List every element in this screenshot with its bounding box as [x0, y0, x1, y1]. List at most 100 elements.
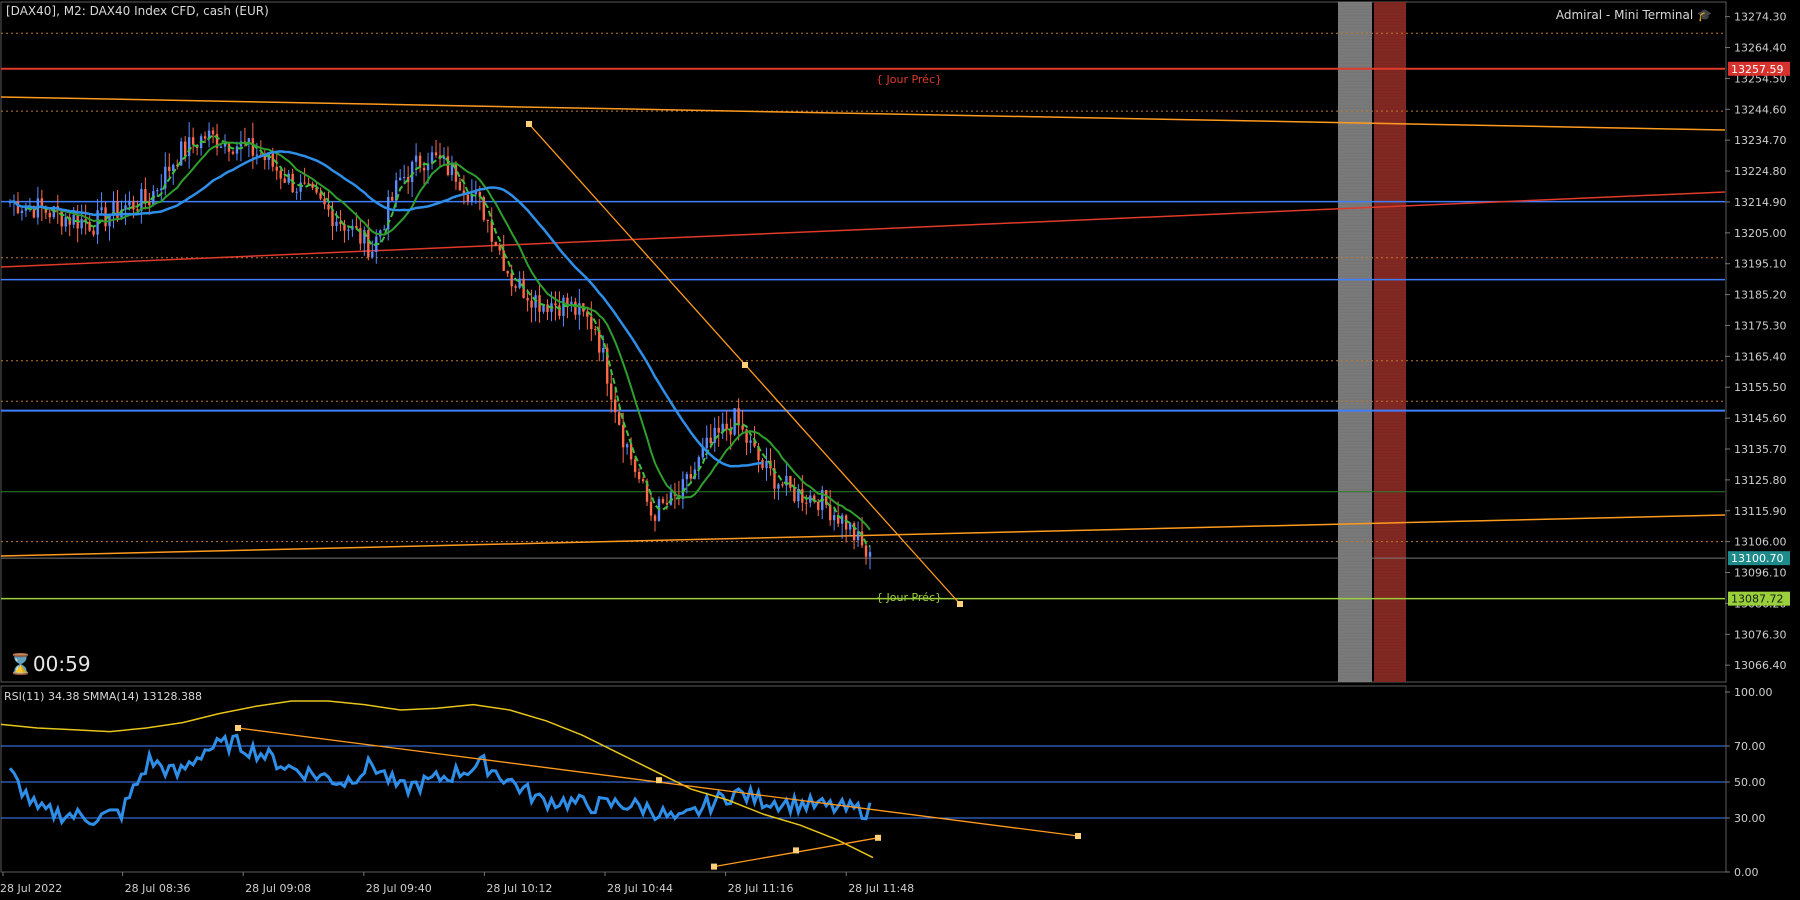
candle-body	[864, 545, 868, 557]
green-ma-line	[9, 140, 871, 531]
price-tick-label: 13185.20	[1734, 289, 1787, 302]
prev-day-low-label: { Jour Préc}	[876, 591, 942, 604]
candle-body	[510, 273, 513, 287]
candle-body	[801, 489, 804, 503]
price-tick-label: 13205.00	[1734, 227, 1787, 240]
rsi-trend-anchor	[875, 834, 881, 841]
candle-body	[574, 301, 577, 315]
time-tick-label: 28 Jul 11:48	[848, 882, 914, 895]
rsi-tick-label: 30.00	[1734, 812, 1766, 825]
candle-body	[231, 151, 235, 154]
candle-body	[633, 459, 637, 473]
candle-body	[832, 514, 836, 521]
candle-body	[506, 270, 509, 274]
hourglass-icon: ⌛	[8, 652, 33, 676]
candle-body	[422, 167, 426, 171]
candle-body	[868, 552, 872, 557]
candle-body	[303, 182, 306, 184]
price-tick-label: 13106.00	[1734, 536, 1787, 549]
blue-ma-line	[9, 150, 763, 468]
candle-body	[578, 303, 581, 315]
candle-body	[594, 329, 597, 331]
candle-body	[817, 501, 820, 510]
candle-body	[653, 515, 657, 521]
rsi-tick-label: 0.00	[1734, 866, 1759, 879]
trendline-anchor	[526, 121, 532, 127]
candle-body	[124, 205, 127, 210]
rsi-trend-anchor	[793, 847, 799, 854]
rsi-trend-anchor	[1075, 833, 1081, 839]
price-tick-label: 13066.40	[1734, 659, 1787, 672]
price-tick-label: 13264.40	[1734, 42, 1787, 55]
candle-body	[466, 194, 470, 202]
candle-body	[613, 399, 617, 413]
price-tick-label: 13224.80	[1734, 165, 1787, 178]
candle-body	[104, 207, 107, 227]
candle-body	[80, 219, 83, 229]
candle-body	[526, 298, 529, 301]
price-tick-label: 13135.70	[1734, 443, 1787, 456]
candle-body	[128, 200, 131, 206]
main-panel-border	[0, 1, 1727, 683]
candle-body	[144, 189, 147, 202]
rsi-tick-label: 50.00	[1734, 776, 1766, 789]
candle-body	[434, 152, 438, 156]
candle-body	[391, 196, 394, 201]
rsi-trend-anchor	[711, 863, 717, 870]
candle-body	[793, 487, 796, 502]
candle-body	[844, 515, 848, 530]
candle-body	[458, 181, 462, 191]
candle-body	[590, 316, 593, 330]
candle-body	[705, 437, 708, 449]
candle-body	[717, 427, 720, 433]
candle-body	[749, 440, 752, 443]
time-tick-label: 28 Jul 11:16	[728, 882, 794, 895]
rsi-panel-border	[0, 685, 1727, 873]
smma-line	[0, 700, 874, 859]
candle-body	[295, 191, 298, 193]
rsi-trend-anchor	[656, 777, 662, 784]
candle-body	[498, 245, 501, 251]
symbol-header: [DAX40], M2: DAX40 Index CFD, cash (EUR)	[6, 4, 269, 18]
candle-body	[649, 501, 653, 516]
candle-body	[518, 278, 521, 288]
candle-body	[848, 523, 852, 530]
candle-body	[805, 502, 808, 504]
rsi-tick-label: 70.00	[1734, 740, 1766, 753]
candle-body	[347, 229, 350, 231]
orange-channel-upper	[0, 96, 1726, 131]
price-badge-label: 13087.72	[1731, 593, 1784, 606]
candle-body	[283, 178, 286, 183]
price-tick-label: 13234.70	[1734, 134, 1787, 147]
candle-body	[737, 408, 740, 426]
candle-body	[327, 204, 330, 210]
price-tick-label: 13125.80	[1734, 474, 1787, 487]
graduation-cap-icon[interactable]: 🎓	[1697, 8, 1712, 22]
time-tick-label: 28 Jul 10:12	[486, 882, 552, 895]
trendline-anchor	[957, 601, 963, 607]
candle-body	[319, 192, 322, 199]
time-tick-label: 28 Jul 09:40	[366, 882, 432, 895]
candle-body	[383, 229, 386, 231]
candle-body	[48, 212, 52, 218]
candle-body	[598, 329, 601, 353]
price-badge-label: 13257.59	[1731, 63, 1784, 76]
candle-body	[562, 297, 565, 316]
price-tick-label: 13076.30	[1734, 628, 1787, 641]
candle-body	[554, 303, 557, 306]
rsi-line	[8, 733, 872, 827]
candle-body	[299, 182, 302, 192]
candle-body	[661, 499, 665, 503]
candle-body	[219, 146, 223, 148]
candle-body	[60, 210, 63, 227]
price-chart[interactable]: { Jour Préc} { Jour Préc} 13274.30 13264.40…	[0, 0, 1800, 900]
candle-body	[367, 229, 370, 258]
candle-body	[132, 200, 135, 210]
candle-body	[323, 198, 326, 205]
time-tick-label: 28 Jul 10:44	[607, 882, 673, 895]
candle-body	[602, 348, 605, 353]
candle-body	[514, 286, 517, 288]
price-badge-label: 13100.70	[1731, 552, 1784, 565]
candle-body	[610, 383, 613, 400]
mini-terminal-label[interactable]: Admiral - Mini Terminal 🎓	[1556, 8, 1712, 22]
